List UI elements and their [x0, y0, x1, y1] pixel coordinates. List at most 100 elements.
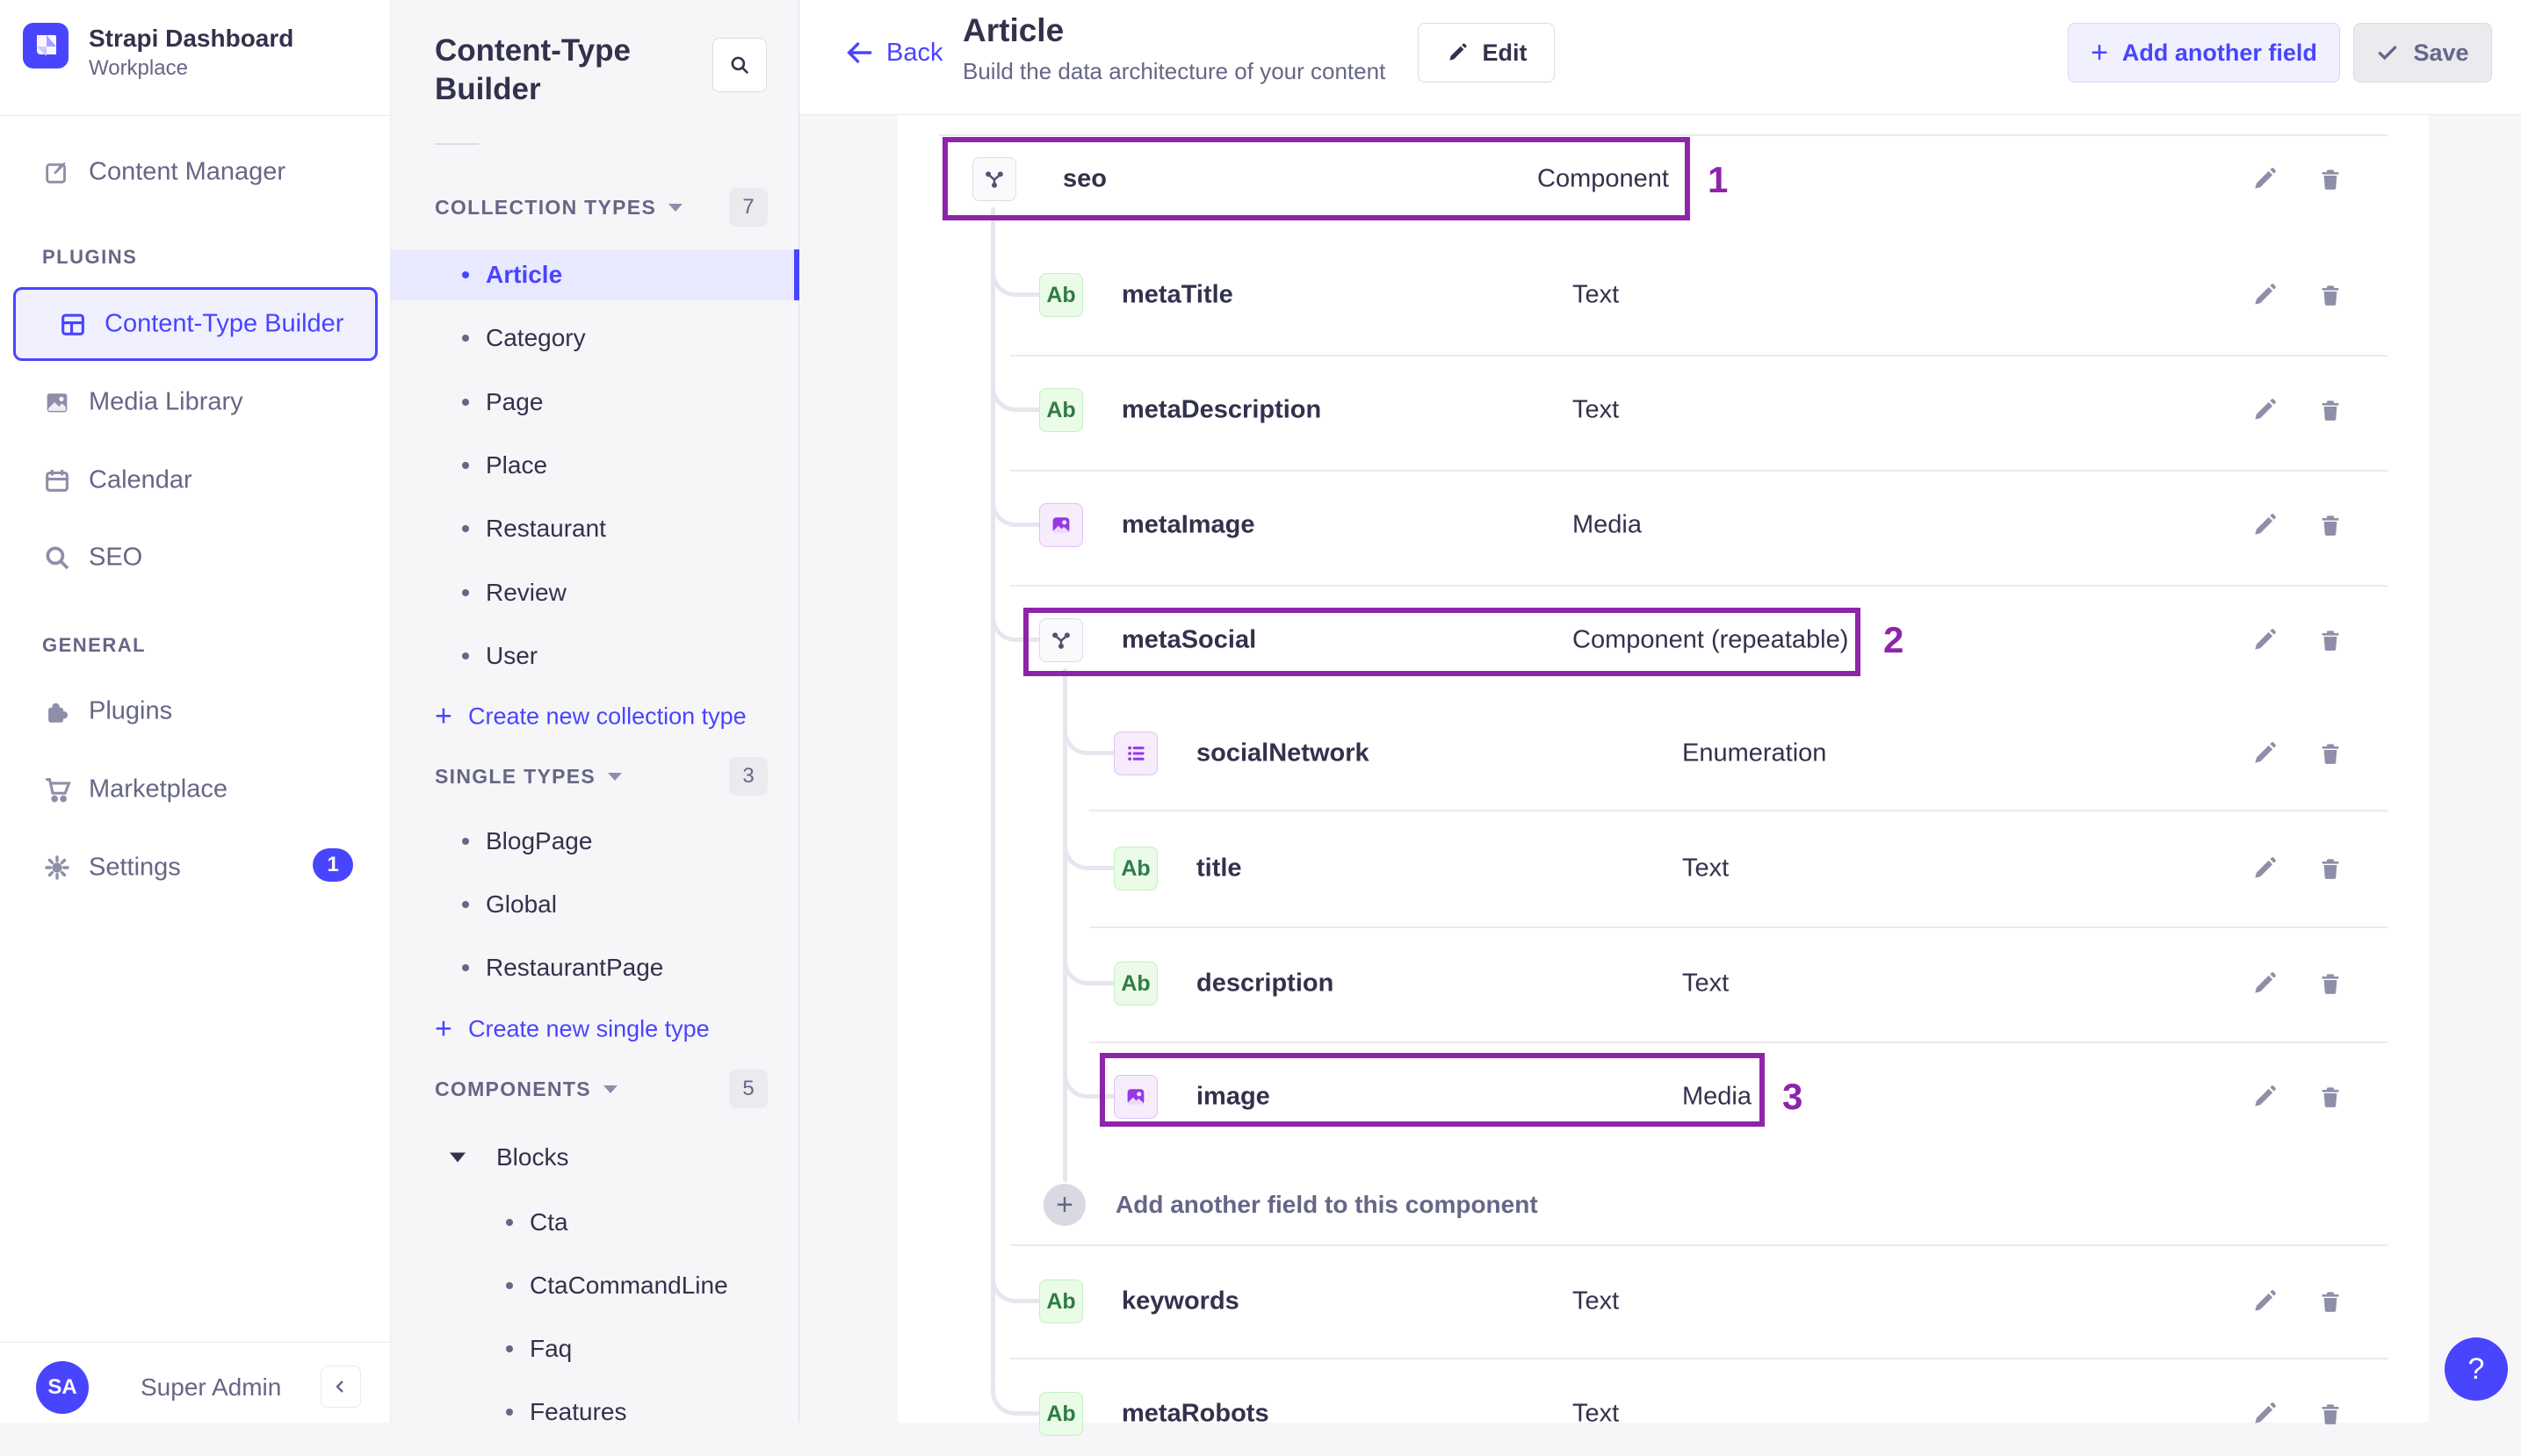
delete-field-button[interactable] — [2316, 624, 2348, 656]
subnav-item-restaurant[interactable]: Restaurant — [391, 503, 799, 554]
edit-field-button[interactable] — [2250, 624, 2282, 656]
plus-circle-icon[interactable]: + — [1044, 1184, 1086, 1226]
annotation-box-3 — [1100, 1053, 1765, 1127]
add-another-field-button[interactable]: + Add another field — [2068, 23, 2340, 83]
brand-title: Strapi Dashboard — [89, 25, 294, 52]
back-link[interactable]: Back — [844, 26, 943, 79]
fields-list-card: seo Component Ab metaTitle Text Ab metaD… — [898, 115, 2429, 1436]
edit-field-button[interactable] — [2250, 738, 2282, 769]
components-count: 5 — [729, 1070, 768, 1108]
divider — [939, 134, 2387, 136]
user-name: Super Admin — [141, 1373, 282, 1401]
delete-field-button[interactable] — [2316, 1398, 2348, 1430]
edit-field-button[interactable] — [2250, 1081, 2282, 1113]
subnav-item-place[interactable]: Place — [391, 440, 799, 491]
edit-field-button[interactable] — [2250, 509, 2282, 541]
search-button[interactable] — [712, 38, 767, 92]
create-single-type-link[interactable]: + Create new single type — [391, 1006, 799, 1052]
subnav-item-label: Category — [486, 324, 586, 351]
edit-field-button[interactable] — [2250, 279, 2282, 311]
group-label: Blocks — [496, 1143, 569, 1171]
delete-field-button[interactable] — [2316, 738, 2348, 769]
sidebar-item-plugins[interactable]: Plugins — [0, 676, 391, 746]
subnav-item-label: Page — [486, 388, 544, 415]
divider — [1010, 1358, 2387, 1359]
subnav-item-category[interactable]: Category — [391, 313, 799, 364]
delete-field-button[interactable] — [2316, 1081, 2348, 1113]
subnav-item-ctacommandline[interactable]: CtaCommandLine — [391, 1260, 799, 1311]
selected-indicator — [794, 249, 799, 300]
single-types-label: SINGLE TYPES — [435, 764, 596, 788]
subnav-item-faq[interactable]: Faq — [391, 1323, 799, 1374]
edit-field-button[interactable] — [2250, 1398, 2282, 1430]
plus-icon: + — [435, 1012, 452, 1046]
subnav-item-features[interactable]: Features — [391, 1387, 799, 1438]
subnav-item-label: Global — [486, 890, 557, 918]
edit-field-button[interactable] — [2250, 394, 2282, 426]
sidebar-item-marketplace[interactable]: Marketplace — [0, 754, 391, 825]
sidebar-item-media-library[interactable]: Media Library — [0, 367, 391, 437]
subnav-item-global[interactable]: Global — [391, 879, 799, 930]
main-sidebar: Strapi Dashboard Workplace Content Manag… — [0, 0, 391, 1423]
chevron-down-icon — [668, 203, 683, 212]
delete-field-button[interactable] — [2316, 509, 2348, 541]
divider — [0, 115, 391, 116]
sidebar-item-content-manager[interactable]: Content Manager — [0, 137, 391, 207]
edit-field-button[interactable] — [2250, 163, 2282, 195]
subnav-item-article[interactable]: Article — [391, 249, 799, 300]
sidebar-item-label: Plugins — [89, 696, 173, 725]
field-type: Enumeration — [1682, 739, 1827, 768]
component-group-blocks[interactable]: Blocks — [391, 1132, 799, 1183]
field-row-keywords: Ab keywords Text — [898, 1259, 2429, 1344]
chevron-left-icon — [330, 1376, 351, 1397]
collapse-sidebar-button[interactable] — [321, 1366, 361, 1408]
image-icon — [42, 387, 72, 417]
divider — [1089, 810, 2387, 811]
avatar[interactable]: SA — [36, 1361, 89, 1414]
edit-field-button[interactable] — [2250, 853, 2282, 884]
subnav-item-label: User — [486, 642, 538, 669]
field-name: description — [1196, 969, 1334, 998]
sidebar-item-calendar[interactable]: Calendar — [0, 445, 391, 515]
text-field-icon: Ab — [1039, 388, 1083, 432]
delete-field-button[interactable] — [2316, 853, 2348, 884]
delete-field-button[interactable] — [2316, 279, 2348, 311]
subnav-item-label: Place — [486, 451, 548, 479]
sidebar-item-seo[interactable]: SEO — [0, 523, 391, 593]
text-field-icon: Ab — [1039, 1392, 1083, 1436]
subnav-item-user[interactable]: User — [391, 631, 799, 681]
field-row-socialnetwork: socialNetwork Enumeration — [898, 711, 2429, 796]
delete-field-button[interactable] — [2316, 968, 2348, 999]
annotation-box-2 — [1023, 608, 1860, 676]
subnav-item-restaurantpage[interactable]: RestaurantPage — [391, 942, 799, 993]
single-types-count: 3 — [729, 757, 768, 796]
subnav-item-label: Faq — [530, 1335, 573, 1362]
puzzle-icon — [42, 696, 72, 726]
add-field-to-component-row[interactable]: + Add another field to this component — [898, 1163, 2429, 1247]
add-field-to-component-label: Add another field to this component — [1116, 1191, 1538, 1218]
field-row-metarobots: Ab metaRobots Text — [898, 1372, 2429, 1456]
help-button[interactable]: ? — [2445, 1337, 2508, 1401]
divider — [1089, 1042, 2387, 1043]
delete-field-button[interactable] — [2316, 1286, 2348, 1317]
divider — [1089, 926, 2387, 928]
calendar-icon — [42, 465, 72, 495]
save-button[interactable]: Save — [2353, 23, 2492, 83]
subnav-item-blogpage[interactable]: BlogPage — [391, 816, 799, 867]
subnav-item-review[interactable]: Review — [391, 567, 799, 618]
subnav-item-label: Review — [486, 579, 567, 606]
save-label: Save — [2413, 39, 2469, 66]
delete-field-button[interactable] — [2316, 394, 2348, 426]
edit-field-button[interactable] — [2250, 1286, 2282, 1317]
edit-field-button[interactable] — [2250, 968, 2282, 999]
enumeration-field-icon — [1114, 732, 1158, 775]
subnav-item-page[interactable]: Page — [391, 377, 799, 428]
field-type: Text — [1572, 1287, 1620, 1315]
divider — [1010, 585, 2387, 587]
edit-button[interactable]: Edit — [1418, 23, 1555, 83]
sidebar-item-content-type-builder[interactable]: Content-Type Builder — [13, 287, 378, 361]
create-collection-type-link[interactable]: + Create new collection type — [391, 694, 799, 739]
subnav-item-cta[interactable]: Cta — [391, 1197, 799, 1248]
delete-field-button[interactable] — [2316, 163, 2348, 195]
field-name: metaDescription — [1122, 395, 1322, 424]
